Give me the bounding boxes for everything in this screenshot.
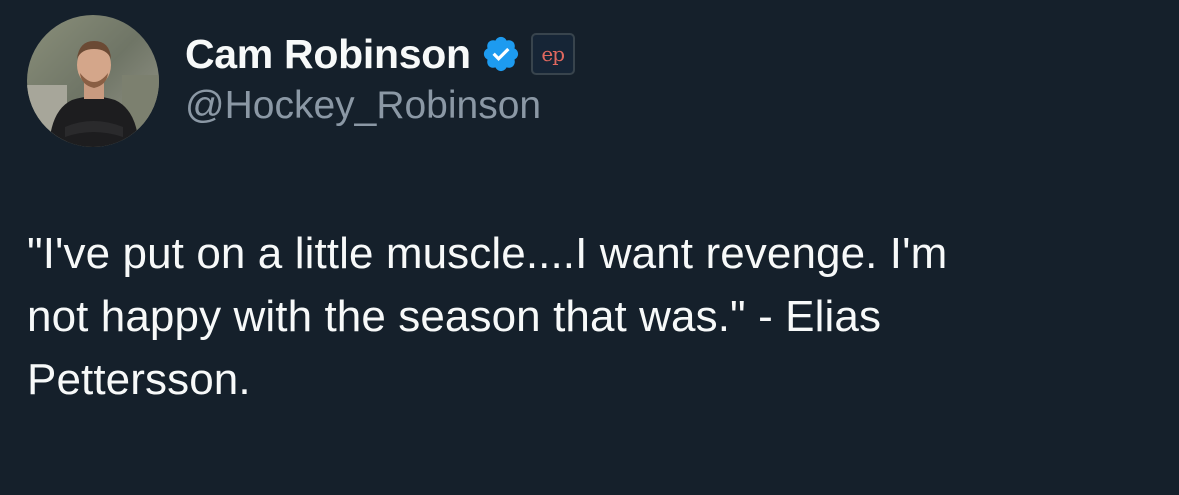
- tweet-header: Cam Robinson ep @Hockey_Robinson: [185, 28, 575, 138]
- verified-badge-icon[interactable]: [481, 34, 521, 74]
- avatar[interactable]: [27, 15, 159, 147]
- affiliate-badge-label: ep: [541, 42, 565, 66]
- avatar-image: [27, 15, 159, 147]
- tweet-text: "I've put on a little muscle....I want r…: [27, 229, 948, 404]
- author-handle[interactable]: @Hockey_Robinson: [185, 84, 575, 128]
- tweet-card[interactable]: Cam Robinson ep @Hockey_Robinson "I've p…: [0, 0, 1179, 495]
- name-row: Cam Robinson ep: [185, 28, 575, 80]
- author-display-name[interactable]: Cam Robinson: [185, 31, 471, 78]
- affiliate-badge[interactable]: ep: [530, 33, 575, 75]
